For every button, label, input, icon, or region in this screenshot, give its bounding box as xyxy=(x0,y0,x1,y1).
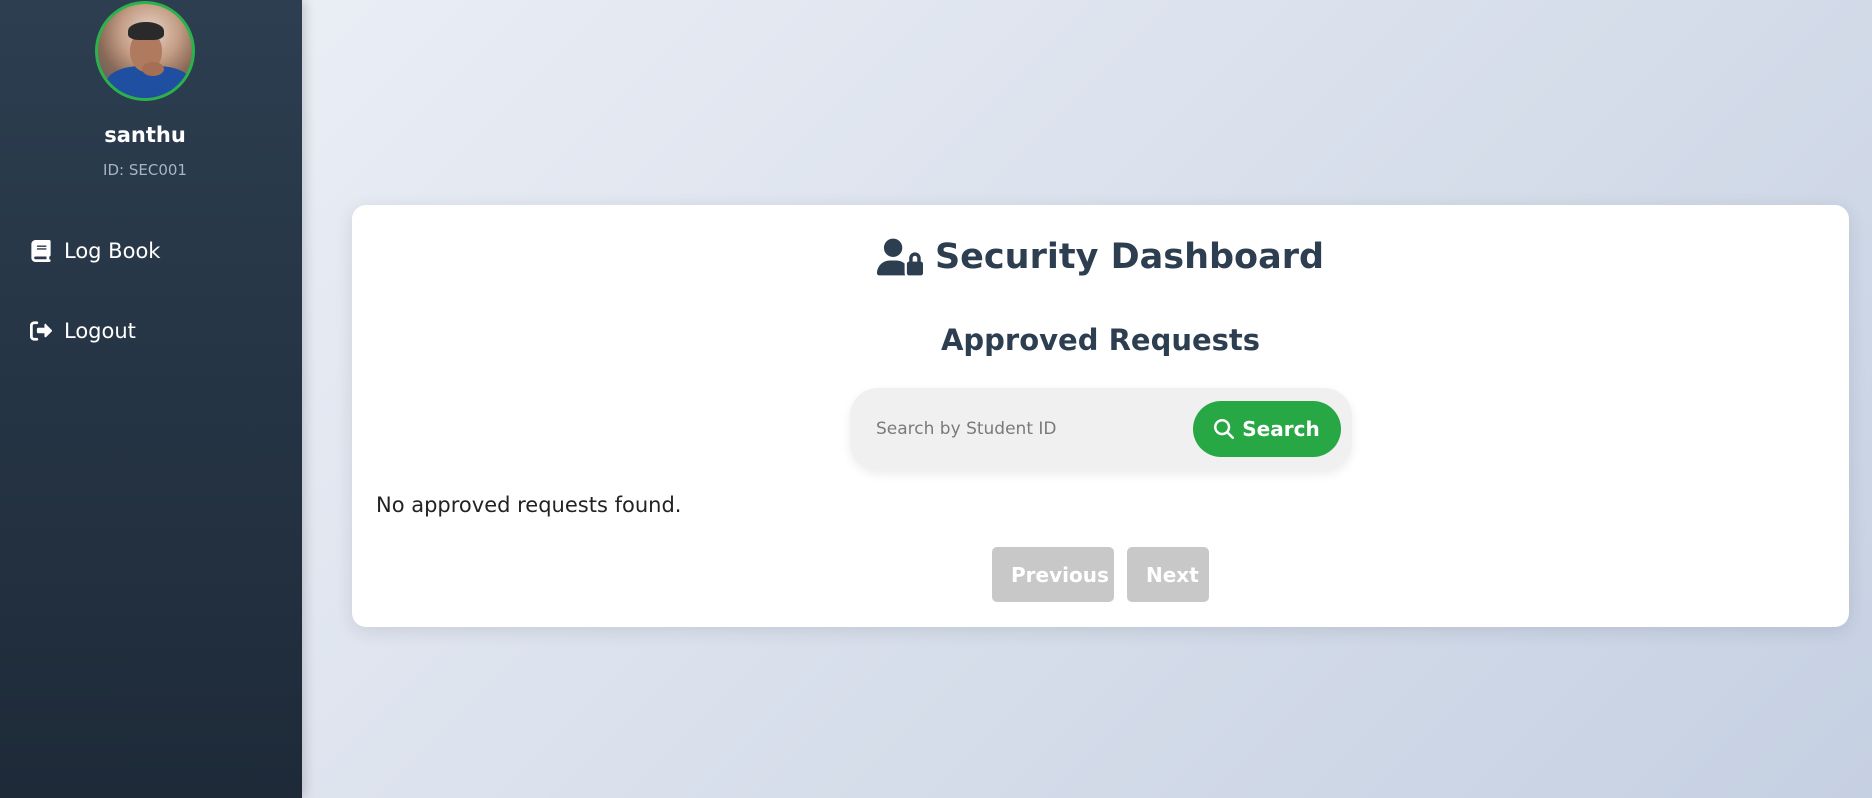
empty-state-message: No approved requests found. xyxy=(376,493,682,517)
sidebar-item-log-book[interactable]: Log Book xyxy=(30,234,160,268)
search-input[interactable] xyxy=(866,408,1176,450)
sidebar: santhu ID: SEC001 Log Book Logout xyxy=(0,0,302,798)
user-id: ID: SEC001 xyxy=(103,161,187,179)
search-icon xyxy=(1214,419,1235,439)
search-button[interactable]: Search xyxy=(1193,401,1341,457)
page-header: Security Dashboard xyxy=(352,237,1849,277)
book-icon xyxy=(31,240,51,262)
pagination: Previous Next xyxy=(352,547,1849,602)
search-button-label: Search xyxy=(1242,417,1320,441)
sidebar-item-label: Log Book xyxy=(64,239,161,263)
avatar-hair xyxy=(128,22,164,40)
user-lock-icon xyxy=(876,238,923,276)
dashboard-card: Security Dashboard Approved Requests Sea… xyxy=(352,205,1849,627)
avatar[interactable] xyxy=(95,1,195,101)
search-bar: Search xyxy=(850,388,1352,470)
sidebar-item-logout[interactable]: Logout xyxy=(30,314,136,348)
avatar-hand xyxy=(142,62,164,76)
section-title: Approved Requests xyxy=(940,323,1261,357)
page-title: Security Dashboard xyxy=(934,237,1325,277)
logout-icon xyxy=(30,321,52,341)
next-button[interactable]: Next xyxy=(1127,547,1209,602)
user-name: santhu xyxy=(104,123,186,147)
sidebar-item-label: Logout xyxy=(64,319,136,343)
previous-button[interactable]: Previous xyxy=(992,547,1114,602)
